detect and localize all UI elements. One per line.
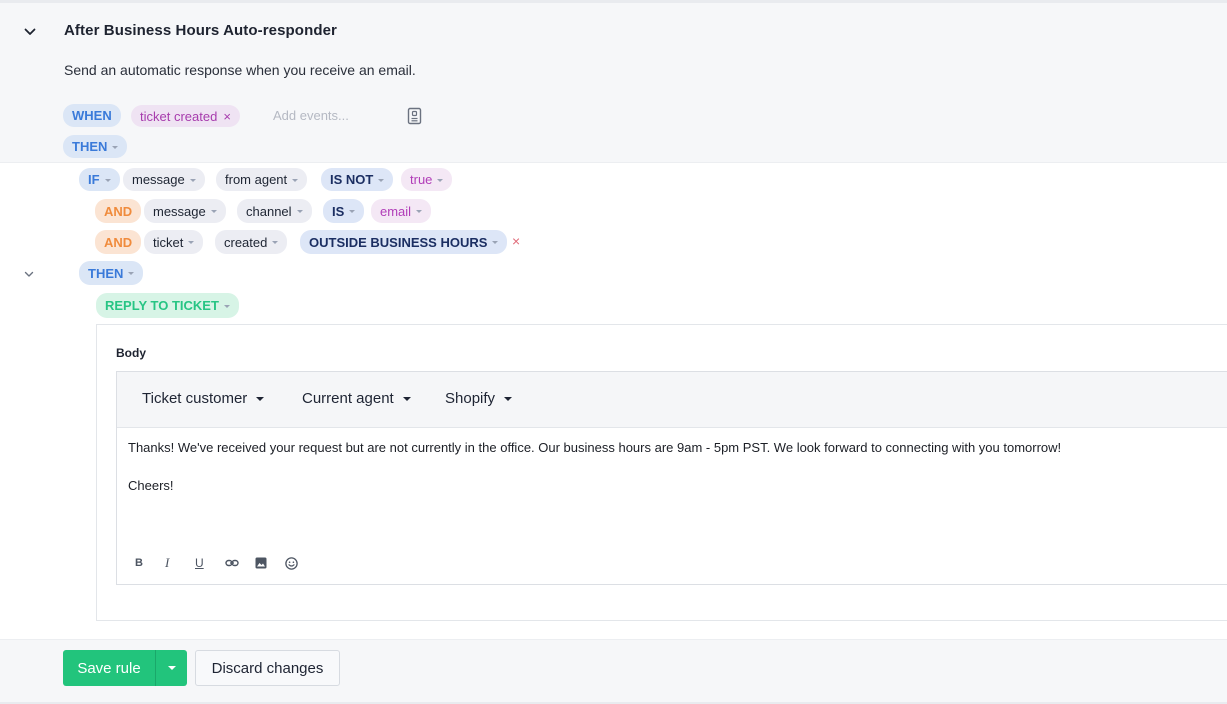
- emoji-icon[interactable]: [281, 554, 311, 572]
- link-icon[interactable]: [221, 554, 251, 572]
- bold-glyph: B: [135, 557, 143, 569]
- rule-description[interactable]: Send an automatic response when you rece…: [64, 62, 416, 78]
- save-rule-button[interactable]: Save rule: [63, 650, 155, 686]
- condition-object-dropdown[interactable]: message: [123, 168, 205, 191]
- condition-object-dropdown[interactable]: ticket: [144, 230, 204, 254]
- chevron-down-icon: [167, 666, 176, 670]
- condition-field-dropdown[interactable]: created: [215, 230, 288, 254]
- condition-value-dropdown[interactable]: true: [401, 168, 453, 191]
- collapse-actions-chevron-icon[interactable]: [22, 267, 36, 281]
- condition-operator-dropdown[interactable]: IS NOT: [321, 168, 394, 191]
- chevron-down-icon: [210, 210, 217, 213]
- condition-object-label: ticket: [153, 234, 184, 250]
- when-keyword: WHEN: [63, 104, 121, 127]
- and-keyword[interactable]: AND: [95, 230, 142, 254]
- chevron-down-icon: [349, 210, 356, 213]
- variable-toolbar: Ticket customer Current agent Shopify: [117, 372, 1227, 428]
- chevron-down-icon: [292, 178, 299, 182]
- body-paragraph[interactable]: Thanks! We've received your request but …: [128, 440, 1061, 455]
- remove-condition-icon[interactable]: ×: [512, 233, 520, 249]
- chevron-down-icon: [188, 241, 195, 244]
- chevron-down-icon: [223, 304, 230, 308]
- image-icon[interactable]: [251, 554, 281, 572]
- chevron-down-icon: [296, 210, 303, 213]
- current-agent-label: Current agent: [302, 390, 394, 407]
- condition-operator-label: IS: [332, 203, 345, 219]
- chevron-down-icon: [104, 178, 111, 182]
- when-label: WHEN: [72, 108, 112, 123]
- remove-event-icon[interactable]: ×: [223, 109, 231, 124]
- event-tag-label: ticket created: [140, 108, 218, 124]
- message-body-editor[interactable]: Ticket customer Current agent Shopify Th…: [116, 371, 1227, 585]
- discard-changes-button[interactable]: Discard changes: [195, 650, 340, 686]
- condition-field-label: from agent: [225, 172, 288, 187]
- then-actions-dropdown[interactable]: THEN: [79, 261, 144, 285]
- rule-title[interactable]: After Business Hours Auto-responder: [64, 22, 337, 39]
- if-label: IF: [88, 172, 100, 187]
- body-label: Body: [116, 346, 146, 360]
- condition-object-label: message: [132, 172, 185, 187]
- condition-field-dropdown[interactable]: from agent: [216, 168, 308, 191]
- shopify-label: Shopify: [445, 390, 496, 407]
- chevron-down-icon: [378, 178, 385, 182]
- condition-object-label: message: [153, 203, 206, 219]
- chevron-down-icon: [112, 145, 119, 149]
- condition-field-label: channel: [246, 203, 292, 219]
- chevron-down-icon: [402, 396, 411, 401]
- and-keyword[interactable]: AND: [95, 199, 142, 223]
- message-body-text[interactable]: Thanks! We've received your request but …: [128, 440, 1061, 493]
- underline-icon[interactable]: U: [191, 554, 221, 572]
- chevron-down-icon: [256, 396, 265, 401]
- bold-icon[interactable]: B: [131, 554, 161, 572]
- then-keyword-dropdown[interactable]: THEN: [63, 135, 128, 158]
- chevron-down-icon: [128, 272, 135, 275]
- and-label: AND: [104, 234, 133, 250]
- and-label: AND: [104, 203, 133, 219]
- condition-field-label: created: [224, 234, 268, 250]
- underline-glyph: U: [195, 556, 204, 570]
- italic-glyph: I: [165, 555, 170, 570]
- if-keyword-dropdown[interactable]: IF: [79, 168, 120, 191]
- chevron-down-icon: [189, 178, 196, 182]
- condition-field-dropdown[interactable]: channel: [237, 199, 312, 223]
- condition-value-dropdown[interactable]: email: [371, 199, 432, 223]
- chevron-down-icon: [272, 241, 279, 244]
- save-options-dropdown[interactable]: [155, 650, 187, 686]
- current-agent-variable-menu[interactable]: Current agent: [302, 390, 411, 407]
- chevron-down-icon: [504, 396, 513, 401]
- then-label: THEN: [72, 139, 108, 154]
- events-reference-icon[interactable]: [407, 107, 422, 125]
- italic-icon[interactable]: I: [161, 554, 191, 572]
- condition-operator-dropdown[interactable]: OUTSIDE BUSINESS HOURS: [300, 230, 508, 254]
- condition-object-dropdown[interactable]: message: [144, 199, 226, 223]
- action-type-dropdown[interactable]: REPLY TO TICKET: [96, 293, 239, 318]
- condition-value-label: email: [380, 203, 412, 219]
- body-paragraph[interactable]: Cheers!: [128, 478, 1061, 493]
- chevron-down-icon: [492, 241, 499, 244]
- action-type-label: REPLY TO TICKET: [105, 298, 219, 313]
- event-tag-ticket-created[interactable]: ticket created ×: [131, 105, 240, 127]
- shopify-variable-menu[interactable]: Shopify: [445, 390, 513, 407]
- condition-operator-dropdown[interactable]: IS: [323, 199, 365, 223]
- add-events-input[interactable]: Add events...: [273, 108, 349, 123]
- ticket-customer-label: Ticket customer: [142, 390, 248, 407]
- chevron-down-icon: [437, 178, 444, 182]
- collapse-rule-chevron-icon[interactable]: [23, 25, 37, 39]
- condition-value-label: true: [410, 172, 433, 187]
- formatting-toolbar: B I U: [131, 554, 311, 572]
- condition-operator-label: OUTSIDE BUSINESS HOURS: [309, 234, 488, 250]
- ticket-customer-variable-menu[interactable]: Ticket customer: [142, 390, 265, 407]
- then-label: THEN: [88, 265, 124, 281]
- chevron-down-icon: [416, 210, 423, 213]
- condition-operator-label: IS NOT: [330, 172, 374, 187]
